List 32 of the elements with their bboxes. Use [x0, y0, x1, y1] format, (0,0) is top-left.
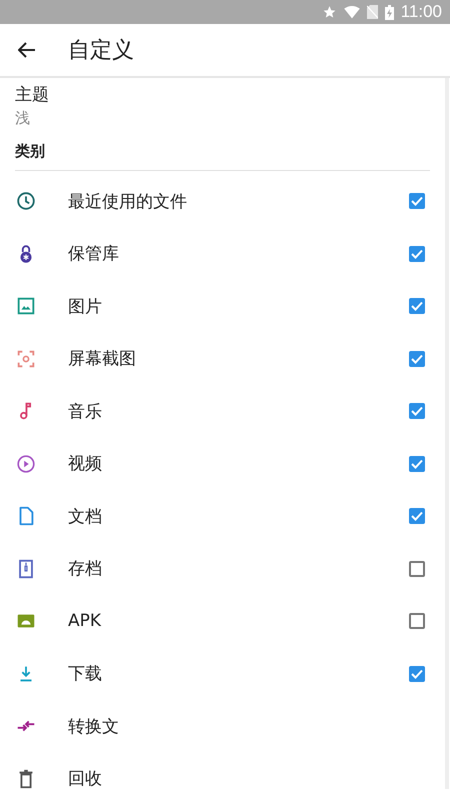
checkbox[interactable]: [409, 613, 425, 630]
star-icon: [322, 5, 337, 19]
clock-time: 11:00: [400, 2, 442, 22]
checkbox[interactable]: [409, 508, 425, 524]
page-title: 自定义: [68, 37, 134, 65]
battery-icon: [384, 4, 394, 20]
checkbox[interactable]: [409, 298, 425, 314]
no-sim-icon: [366, 5, 378, 19]
section-header: 类别: [15, 142, 430, 171]
category-label: APK: [68, 611, 102, 632]
checkbox[interactable]: [409, 403, 425, 420]
back-arrow-icon: [18, 42, 36, 58]
checkbox[interactable]: [409, 560, 425, 577]
setting-value: 浅: [15, 109, 31, 128]
checkbox[interactable]: [409, 246, 425, 262]
category-label: 转换文: [68, 716, 120, 738]
wifi-icon: [344, 6, 360, 18]
category-label: 存档: [68, 558, 103, 580]
category-label: 回收: [68, 768, 103, 790]
category-label: 下载: [68, 663, 103, 686]
category-label: 屏幕截图: [68, 348, 137, 370]
checkbox[interactable]: [409, 193, 425, 210]
checkbox[interactable]: [409, 350, 425, 367]
category-label: 最近使用的文件: [68, 190, 188, 213]
category-label: 图片: [68, 296, 103, 318]
category-label: 音乐: [68, 400, 103, 423]
setting-title[interactable]: 主题: [15, 83, 430, 106]
checkbox[interactable]: [409, 666, 425, 682]
category-label: 文档: [68, 506, 103, 528]
category-label: 视频: [68, 453, 103, 476]
checkbox[interactable]: [409, 456, 425, 472]
category-label: 保管库: [68, 243, 120, 266]
